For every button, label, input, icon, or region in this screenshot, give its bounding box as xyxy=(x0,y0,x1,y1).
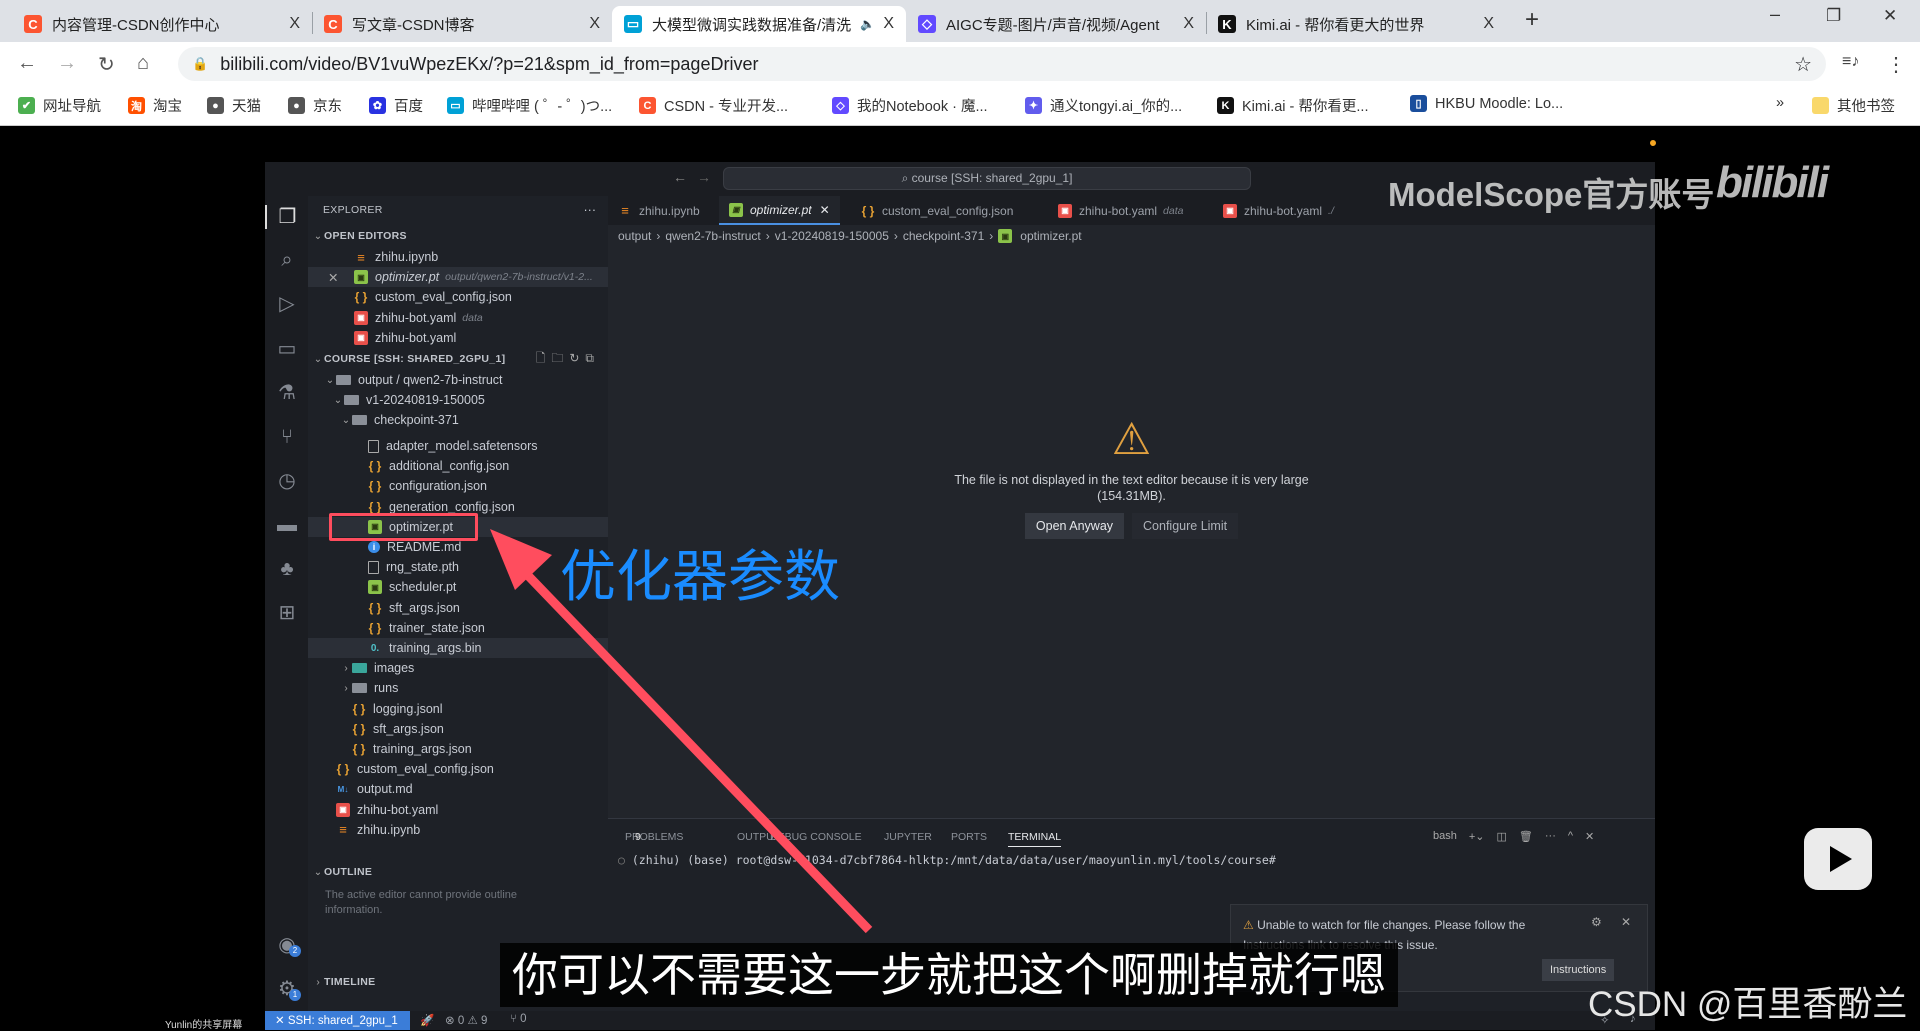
video-subtitle: 你可以不需要这一步就把这个啊删掉就行嗯 xyxy=(500,943,1398,1007)
annotation-label: 优化器参数 xyxy=(560,545,840,608)
annotation-arrow xyxy=(490,529,873,934)
csdn-watermark: CSDN @百里香酚兰 xyxy=(1588,985,1908,1024)
arrow-shaft xyxy=(511,558,873,934)
arrow-head xyxy=(490,529,552,590)
bilibili-play-icon[interactable] xyxy=(1804,828,1872,890)
screen-share-label: Yunlin的共享屏幕 xyxy=(165,1020,243,1031)
